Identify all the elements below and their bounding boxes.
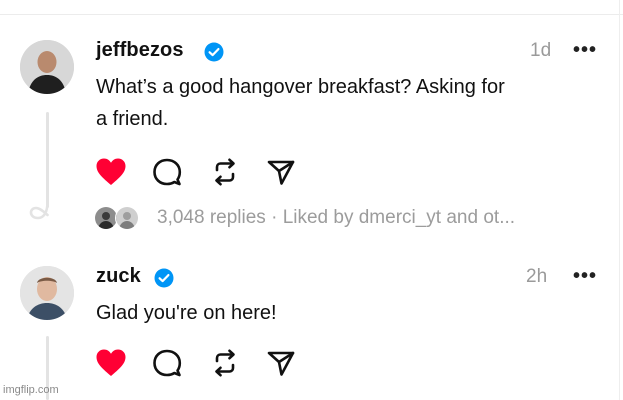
post-text-line: Glad you're on here! <box>96 302 277 324</box>
avatar[interactable] <box>20 40 74 94</box>
reply-count[interactable]: 3,048 replies <box>157 207 266 228</box>
share-button[interactable] <box>264 346 298 380</box>
separator-dot: · <box>271 207 278 228</box>
top-divider <box>0 14 623 15</box>
post-text: Glad you're on here! <box>96 297 606 329</box>
repost-icon <box>215 349 235 377</box>
post-text-line: What’s a good hangover breakfast? Asking… <box>96 76 505 98</box>
replies-summary-row[interactable]: 3,048 replies · Liked by dmerci_yt and o… <box>0 200 623 232</box>
like-button[interactable] <box>94 155 128 189</box>
reply-button[interactable] <box>150 155 184 189</box>
post-text: What’s a good hangover breakfast? Asking… <box>96 71 606 135</box>
post-header: zuck 2h ••• <box>96 265 599 293</box>
more-options-icon[interactable]: ••• <box>573 39 597 62</box>
liked-by-text[interactable]: Liked by dmerci_yt and ot... <box>283 207 515 228</box>
thread-line <box>46 112 49 208</box>
username[interactable]: zuck <box>96 265 141 288</box>
avatar[interactable] <box>20 266 74 320</box>
post-header: jeffbezos 1d ••• <box>96 39 599 67</box>
like-button[interactable] <box>94 346 128 380</box>
reply-summary-text: 3,048 replies · Liked by dmerci_yt and o… <box>157 207 515 229</box>
right-divider <box>619 0 620 400</box>
avatar-photo <box>20 266 74 320</box>
watermark: imgflip.com <box>3 384 59 396</box>
reply-button[interactable] <box>150 346 184 380</box>
heart-icon <box>96 349 126 376</box>
avatar-photo <box>20 40 74 94</box>
username[interactable]: jeffbezos <box>96 39 184 62</box>
replier-avatar <box>115 206 139 230</box>
thread-loop-icon <box>29 200 49 220</box>
repost-icon <box>215 158 235 186</box>
post-time: 1d <box>530 40 552 61</box>
verified-badge-icon <box>154 268 174 288</box>
send-icon <box>267 160 295 185</box>
post-text-line: a friend. <box>96 108 169 130</box>
verified-badge-icon <box>204 42 224 62</box>
repost-button[interactable] <box>208 346 242 380</box>
more-options-icon[interactable]: ••• <box>573 265 597 288</box>
share-button[interactable] <box>264 155 298 189</box>
comment-icon <box>153 158 182 186</box>
send-icon <box>267 351 295 376</box>
heart-icon <box>96 158 126 185</box>
post-time: 2h <box>526 266 548 287</box>
comment-icon <box>153 349 182 377</box>
repost-button[interactable] <box>208 155 242 189</box>
